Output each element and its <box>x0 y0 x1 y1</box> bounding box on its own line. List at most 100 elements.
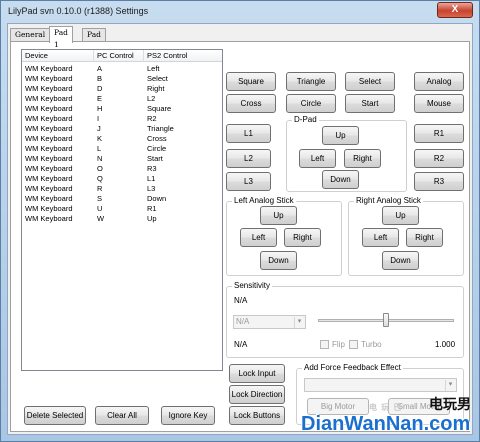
right-stick-down-button[interactable]: Down <box>382 251 419 270</box>
close-button[interactable]: X <box>437 2 473 18</box>
l1-button[interactable]: L1 <box>226 124 271 143</box>
flip-checkbox[interactable] <box>320 340 329 349</box>
sensitivity-device: N/A <box>234 340 248 349</box>
row-pc-control: I <box>97 114 100 123</box>
force-feedback-label: Add Force Feedback Effect <box>302 363 403 373</box>
list-header: Device PC Control PS2 Control <box>22 50 222 62</box>
list-item[interactable]: WM Keyboard H Square <box>22 104 222 114</box>
row-pc-control: O <box>97 164 103 173</box>
row-pc-control: D <box>97 84 103 93</box>
tab-general[interactable]: General <box>10 28 51 42</box>
r3-button[interactable]: R3 <box>414 172 464 191</box>
flip-label: Flip <box>332 340 345 349</box>
sensitivity-slider-thumb[interactable] <box>383 313 389 327</box>
lock-input-button[interactable]: Lock Input <box>229 364 285 383</box>
watermark-chinese: 电玩男 <box>429 397 471 413</box>
r2-button[interactable]: R2 <box>414 149 464 168</box>
settings-window: LilyPad svn 0.10.0 (r1388) Settings X Ge… <box>0 0 480 442</box>
list-item[interactable]: WM Keyboard R L3 <box>22 184 222 194</box>
left-stick-down-button[interactable]: Down <box>260 251 297 270</box>
title-bar: LilyPad svn 0.10.0 (r1388) Settings X <box>1 1 479 23</box>
ignore-key-button[interactable]: Ignore Key <box>161 406 215 425</box>
force-feedback-select: ▾ <box>304 378 457 392</box>
row-device: WM Keyboard <box>25 184 73 193</box>
row-pc-control: W <box>97 214 105 223</box>
sensitivity-select: N/A ▾ <box>233 315 306 329</box>
row-ps2-control: Square <box>147 104 172 113</box>
dpad-up-button[interactable]: Up <box>322 126 359 145</box>
list-item[interactable]: WM Keyboard B Select <box>22 74 222 84</box>
left-stick-up-button[interactable]: Up <box>260 206 297 225</box>
dpad-down-button[interactable]: Down <box>322 170 359 189</box>
row-ps2-control: Left <box>147 64 160 73</box>
lock-buttons-button[interactable]: Lock Buttons <box>229 406 285 425</box>
sensitivity-label: Sensitivity <box>232 281 273 291</box>
right-stick-right-button[interactable]: Right <box>406 228 443 247</box>
list-item[interactable]: WM Keyboard L Circle <box>22 144 222 154</box>
select-button[interactable]: Select <box>345 72 395 91</box>
row-ps2-control: R2 <box>147 114 157 123</box>
mouse-button[interactable]: Mouse <box>414 94 464 113</box>
dpad-left-button[interactable]: Left <box>299 149 336 168</box>
row-ps2-control: Up <box>147 214 157 223</box>
row-ps2-control: L1 <box>147 174 156 183</box>
list-item[interactable]: WM Keyboard U R1 <box>22 204 222 214</box>
dpad-right-button[interactable]: Right <box>344 149 381 168</box>
left-stick-label: Left Analog Stick <box>232 196 296 206</box>
window-title: LilyPad svn 0.10.0 (r1388) Settings <box>8 6 149 16</box>
client-area: General Pad 1 Pad 2 Device PC Control PS… <box>7 23 473 435</box>
column-device[interactable]: Device <box>22 50 94 62</box>
analog-button[interactable]: Analog <box>414 72 464 91</box>
sensitivity-select-value: N/A <box>236 317 250 326</box>
start-button[interactable]: Start <box>345 94 395 113</box>
delete-selected-button[interactable]: Delete Selected <box>24 406 86 425</box>
list-item[interactable]: WM Keyboard S Down <box>22 194 222 204</box>
turbo-checkbox[interactable] <box>349 340 358 349</box>
row-pc-control: A <box>97 64 103 73</box>
row-device: WM Keyboard <box>25 124 73 133</box>
triangle-button[interactable]: Triangle <box>286 72 336 91</box>
square-button[interactable]: Square <box>226 72 276 91</box>
list-item[interactable]: WM Keyboard Q L1 <box>22 174 222 184</box>
chevron-down-icon: ▾ <box>294 317 304 328</box>
row-ps2-control: Triangle <box>147 124 174 133</box>
right-stick-left-button[interactable]: Left <box>362 228 399 247</box>
tab-pad-2[interactable]: Pad 2 <box>82 28 106 51</box>
row-device: WM Keyboard <box>25 64 73 73</box>
binding-list[interactable]: Device PC Control PS2 Control WM Keyboar… <box>21 49 223 371</box>
row-pc-control: H <box>97 104 103 113</box>
left-stick-right-button[interactable]: Right <box>284 228 321 247</box>
row-ps2-control: Select <box>147 74 168 83</box>
pad-1-panel: Device PC Control PS2 Control WM Keyboar… <box>10 41 470 432</box>
list-item[interactable]: WM Keyboard I R2 <box>22 114 222 124</box>
list-item[interactable]: WM Keyboard E L2 <box>22 94 222 104</box>
list-item[interactable]: WM Keyboard K Cross <box>22 134 222 144</box>
left-stick-left-button[interactable]: Left <box>240 228 277 247</box>
list-item[interactable]: WM Keyboard N Start <box>22 154 222 164</box>
row-pc-control: Q <box>97 174 103 183</box>
cross-button[interactable]: Cross <box>226 94 276 113</box>
list-item[interactable]: WM Keyboard O R3 <box>22 164 222 174</box>
row-pc-control: B <box>97 74 103 83</box>
row-device: WM Keyboard <box>25 194 73 203</box>
right-stick-up-button[interactable]: Up <box>382 206 419 225</box>
row-device: WM Keyboard <box>25 134 73 143</box>
sensitivity-amount: 1.000 <box>435 340 456 349</box>
row-ps2-control: Circle <box>147 144 167 153</box>
list-item[interactable]: WM Keyboard D Right <box>22 84 222 94</box>
clear-all-button[interactable]: Clear All <box>95 406 149 425</box>
l3-button[interactable]: L3 <box>226 172 271 191</box>
tab-pad-1[interactable]: Pad 1 <box>49 26 73 49</box>
lock-direction-button[interactable]: Lock Direction <box>229 385 285 404</box>
column-ps2-control[interactable]: PS2 Control <box>144 50 222 62</box>
row-ps2-control: L2 <box>147 94 156 103</box>
column-pc-control[interactable]: PC Control <box>94 50 144 62</box>
list-item[interactable]: WM Keyboard J Triangle <box>22 124 222 134</box>
r1-button[interactable]: R1 <box>414 124 464 143</box>
circle-button[interactable]: Circle <box>286 94 336 113</box>
list-item[interactable]: WM Keyboard W Up <box>22 214 222 224</box>
row-device: WM Keyboard <box>25 154 73 163</box>
l2-button[interactable]: L2 <box>226 149 271 168</box>
list-item[interactable]: WM Keyboard A Left <box>22 64 222 74</box>
turbo-label: Turbo <box>361 340 382 349</box>
